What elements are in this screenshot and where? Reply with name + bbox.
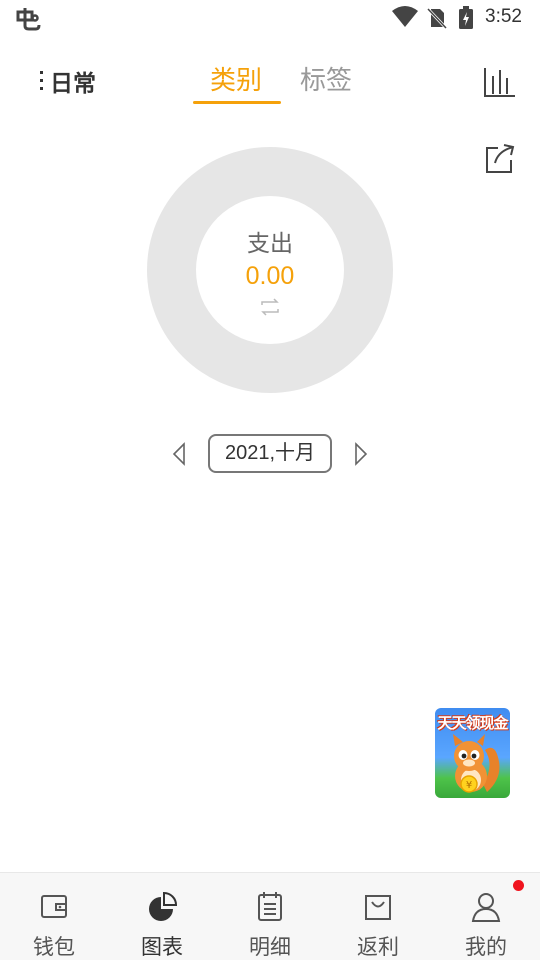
svg-text:¥: ¥ <box>466 780 472 791</box>
no-sim-icon <box>426 7 448 29</box>
bar-chart-icon[interactable] <box>482 66 516 98</box>
swap-icon[interactable] <box>259 298 281 316</box>
nav-item-details[interactable]: 明细 <box>216 873 324 960</box>
nav-label-mine: 我的 <box>465 935 507 959</box>
expense-donut-chart[interactable]: 支出 0.00 <box>147 147 393 393</box>
book-switch-button[interactable]: 日常 <box>38 64 96 98</box>
tab-tags[interactable]: 标签 <box>300 60 352 97</box>
chevron-left-icon[interactable] <box>168 440 190 468</box>
share-icon[interactable] <box>484 142 516 174</box>
nav-label-wallet: 钱包 <box>33 935 75 959</box>
status-time: 3:52 <box>485 6 522 27</box>
chevron-right-icon[interactable] <box>350 440 372 468</box>
shopping-bag-icon <box>365 895 391 920</box>
menu-dots-icon <box>40 71 43 90</box>
wifi-icon <box>392 6 418 27</box>
nav-item-wallet[interactable]: 钱包 <box>0 873 108 960</box>
nav-item-charts[interactable]: 图表 <box>108 873 216 960</box>
header: 日常 类别 标签 <box>0 50 540 110</box>
nav-label-rebate: 返利 <box>357 935 399 959</box>
user-icon <box>471 893 501 922</box>
app-notification-icon <box>16 8 41 31</box>
promo-badge[interactable]: 天天领现金 ¥ <box>435 708 510 798</box>
pie-chart-icon <box>149 891 178 921</box>
wallet-icon <box>41 895 67 918</box>
tab-category[interactable]: 类别 <box>210 60 262 97</box>
nav-label-details: 明细 <box>249 935 291 959</box>
list-icon <box>258 892 282 921</box>
book-label: 日常 <box>50 71 96 97</box>
promo-text: 天天领现金 <box>437 714 508 732</box>
summary-title: 支出 <box>247 231 293 257</box>
summary-value: 0.00 <box>245 262 295 290</box>
notification-badge <box>513 880 524 891</box>
status-bar: 3:52 <box>0 0 540 36</box>
battery-charging-icon <box>459 6 473 29</box>
nav-item-rebate[interactable]: 返利 <box>324 873 432 960</box>
nav-label-charts: 图表 <box>141 935 183 959</box>
squirrel-mascot-icon: ¥ <box>453 734 500 793</box>
month-selector[interactable]: 2021,十月 <box>208 434 332 473</box>
donut-center: 支出 0.00 <box>196 196 344 344</box>
bottom-nav: 钱包 图表 明细 返利 我的 <box>0 872 540 960</box>
active-tab-indicator <box>193 101 281 104</box>
